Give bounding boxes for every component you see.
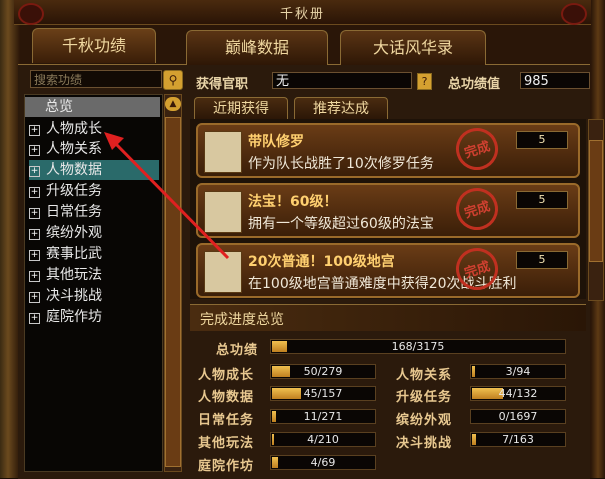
progress-text: 44/132 — [498, 387, 538, 400]
category-item[interactable]: + 人物数据 — [29, 160, 159, 180]
achievement-title: 带队修罗 — [248, 134, 304, 150]
expand-icon[interactable]: + — [29, 187, 40, 198]
progress-row-label: 升级任务 — [396, 390, 453, 405]
progress-row-bar: 7/163 — [470, 432, 566, 447]
achievement-points: 5 — [516, 191, 568, 209]
expand-icon[interactable]: + — [29, 271, 40, 282]
category-item[interactable]: + 人物成长 — [29, 119, 159, 139]
progress-text: 168/3175 — [391, 340, 445, 353]
progress-row-label: 庭院作坊 — [198, 459, 255, 474]
progress-header: 完成进度总览 — [190, 304, 586, 331]
progress-row-bar: 3/94 — [470, 364, 566, 379]
search-input[interactable]: 搜索功绩 — [30, 70, 162, 88]
achievement-title: 20次普通！100级地宫 — [248, 254, 395, 270]
progress-row-label: 其他玩法 — [198, 436, 255, 451]
crossed-swords-emblem-icon — [204, 251, 242, 293]
progress-row-label: 日常任务 — [198, 413, 255, 428]
achievement-list: 带队修罗 作为队长战胜了10次修罗任务 完成 5 法宝！60级！ 拥有一个等级超… — [190, 119, 586, 299]
achievement-desc: 作为队长战胜了10次修罗任务 — [248, 156, 434, 172]
search-icon[interactable]: ⚲ — [163, 70, 183, 90]
progress-row-bar: 4/69 — [270, 455, 376, 470]
progress-row-label: 人物数据 — [198, 390, 255, 405]
progress-row-bar: 45/157 — [270, 386, 376, 401]
progress-row-bar: 44/132 — [470, 386, 566, 401]
category-list: 总览 + 人物成长 + 人物关系 + 人物数据 + 升级任务 + 日常任务 + 缤纷外观 +… — [24, 94, 163, 472]
total-progress-bar: 168/3175 — [270, 339, 566, 354]
tab-recent[interactable]: 近期获得 — [194, 97, 288, 120]
tab-qianqiu-gongji[interactable]: 千秋功绩 — [32, 28, 156, 63]
seal-ornament-icon — [561, 3, 587, 25]
scroll-thumb[interactable] — [165, 117, 181, 467]
progress-text: 11/271 — [303, 410, 343, 423]
total-points-value: 985 — [520, 72, 590, 89]
total-points-label: 总功绩值 — [448, 77, 501, 92]
progress-row-label: 人物关系 — [396, 368, 453, 383]
scroll-thumb[interactable] — [589, 140, 603, 262]
progress-row-label: 决斗挑战 — [396, 436, 453, 451]
title-bar: 千秋册 — [14, 0, 591, 25]
completed-stamp-icon: 完成 — [450, 182, 504, 236]
category-item[interactable]: + 升级任务 — [29, 181, 159, 201]
progress-text: 3/94 — [505, 365, 531, 378]
expand-icon[interactable]: + — [29, 313, 40, 324]
treasure-emblem-icon — [204, 191, 242, 233]
progress-row-label: 人物成长 — [198, 368, 255, 383]
progress-text: 4/69 — [310, 456, 336, 469]
achievement-points: 5 — [516, 251, 568, 269]
category-item[interactable]: + 人物关系 — [29, 139, 159, 159]
achievement-scrollbar[interactable] — [588, 119, 604, 301]
expand-icon[interactable]: + — [29, 125, 40, 136]
progress-row-label: 缤纷外观 — [396, 413, 453, 428]
progress-text: 45/157 — [303, 387, 343, 400]
progress-text: 50/279 — [303, 365, 343, 378]
progress-text: 4/210 — [307, 433, 339, 446]
official-value: 无 — [272, 72, 412, 89]
progress-row-bar: 50/279 — [270, 364, 376, 379]
achievement-card[interactable]: 带队修罗 作为队长战胜了10次修罗任务 完成 5 — [196, 122, 580, 178]
category-item[interactable]: + 决斗挑战 — [29, 286, 159, 306]
progress-title: 完成进度总览 — [200, 312, 284, 328]
achievement-card[interactable]: 法宝！60级！ 拥有一个等级超过60级的法宝 完成 5 — [196, 182, 580, 238]
progress-row-bar: 11/271 — [270, 409, 376, 424]
achievement-points: 5 — [516, 131, 568, 149]
expand-icon[interactable]: + — [29, 208, 40, 219]
category-item[interactable]: + 日常任务 — [29, 202, 159, 222]
progress-row-bar: 4/210 — [270, 432, 376, 447]
help-icon[interactable]: ? — [417, 73, 432, 90]
scroll-up-icon[interactable]: ▲ — [165, 97, 181, 111]
expand-icon[interactable]: + — [29, 166, 40, 177]
expand-icon[interactable]: + — [29, 145, 40, 156]
category-item[interactable]: + 赛事比武 — [29, 244, 159, 264]
achievement-desc: 拥有一个等级超过60级的法宝 — [248, 216, 434, 232]
window-title: 千秋册 — [279, 7, 325, 22]
tab-dianfeng-shuju[interactable]: 巅峰数据 — [186, 30, 328, 65]
category-scrollbar[interactable]: ▲ — [164, 94, 182, 472]
tab-recommended[interactable]: 推荐达成 — [294, 97, 388, 120]
expand-icon[interactable]: + — [29, 229, 40, 240]
tab-fenghua-lu[interactable]: 大话风华录 — [340, 30, 486, 65]
achievement-card[interactable]: 20次普通！100级地宫 在100级地宫普通难度中获得20次战斗胜利 完成 5 — [196, 242, 580, 298]
achievement-title: 法宝！60级！ — [248, 194, 338, 210]
official-label: 获得官职 — [196, 77, 249, 92]
expand-icon[interactable]: + — [29, 292, 40, 303]
progress-text: 7/163 — [502, 433, 534, 446]
total-progress-label: 总功绩 — [216, 343, 259, 358]
completed-stamp-icon: 完成 — [450, 122, 504, 176]
left-border — [0, 0, 20, 478]
progress-text: 0/1697 — [498, 410, 538, 423]
category-item[interactable]: + 缤纷外观 — [29, 223, 159, 243]
sword-emblem-icon — [204, 131, 242, 173]
category-overview[interactable]: 总览 — [25, 97, 160, 117]
expand-icon[interactable]: + — [29, 250, 40, 261]
category-item[interactable]: + 庭院作坊 — [29, 307, 159, 327]
progress-row-bar: 0/1697 — [470, 409, 566, 424]
category-item[interactable]: + 其他玩法 — [29, 265, 159, 285]
